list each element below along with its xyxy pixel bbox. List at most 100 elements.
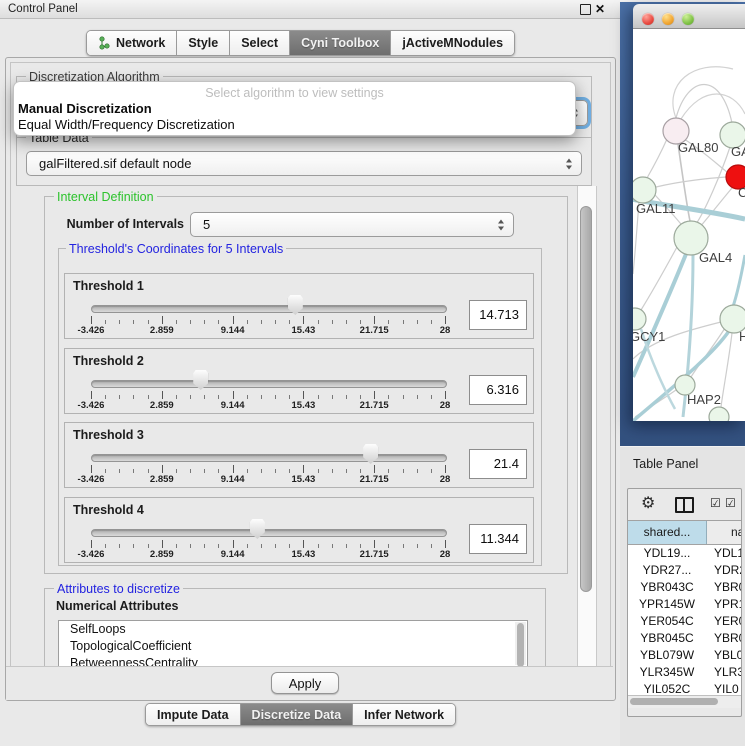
tab-label: Impute Data bbox=[157, 708, 229, 722]
table-rows: YDL19...YDL1YDR27...YDR2YBR043CYBR0YPR14… bbox=[628, 545, 741, 695]
attribute-item-selfloops[interactable]: SelfLoops bbox=[59, 621, 527, 638]
table-row[interactable]: YLR345WYLR3 bbox=[628, 664, 741, 681]
threshold-label: Threshold 3 bbox=[73, 428, 144, 442]
cell-shared-name: YBR043C bbox=[628, 579, 706, 596]
cell-shared-name: YDR27... bbox=[628, 562, 706, 579]
network-window-titlebar[interactable] bbox=[633, 4, 745, 29]
tab-discretize-data[interactable]: Discretize Data bbox=[241, 704, 354, 725]
table-row[interactable]: YBR045CYBR0 bbox=[628, 630, 741, 647]
slider-track[interactable] bbox=[91, 380, 447, 388]
threshold-row-3: Threshold 3 -3.4262.8599.14415.4321.71528… bbox=[64, 422, 534, 488]
dropdown-option-equal-width-frequency-discretization[interactable]: Equal Width/Frequency Discretization bbox=[14, 117, 575, 133]
panel-scrollbar-thumb[interactable] bbox=[580, 206, 592, 592]
table-row[interactable]: YER054CYER0 bbox=[628, 613, 741, 630]
checkbox-checked-icon[interactable]: ☑ bbox=[710, 496, 721, 510]
list-scrollbar-track[interactable] bbox=[515, 622, 526, 665]
checkbox-checked-icon[interactable]: ☑ bbox=[725, 496, 736, 510]
threshold-value-field[interactable]: 21.4 bbox=[469, 449, 527, 479]
slider-ticks bbox=[91, 316, 445, 324]
table-row[interactable]: YBR043CYBR0 bbox=[628, 579, 741, 596]
slider-tick-labels: -3.4262.8599.14415.4321.71528 bbox=[91, 400, 445, 411]
network-node-node-bottom[interactable] bbox=[709, 407, 729, 421]
cell-name: YBL0 bbox=[706, 647, 741, 664]
node-label-ga: GA bbox=[731, 144, 745, 159]
tab-network[interactable]: Network bbox=[87, 31, 177, 55]
attribute-item-topologicalcoefficient[interactable]: TopologicalCoefficient bbox=[59, 638, 527, 655]
cell-name: YLR3 bbox=[706, 664, 741, 681]
control-panel-tabs: Network Style Select Cyni Toolbox jActiveMNo… bbox=[86, 30, 515, 56]
tab-label: jActiveMNodules bbox=[402, 36, 503, 50]
group-title-attributes: Attributes to discretize bbox=[54, 582, 183, 596]
cell-shared-name: YDL19... bbox=[628, 545, 706, 562]
column-header-name[interactable]: na bbox=[707, 521, 741, 544]
tab-label: Style bbox=[188, 36, 218, 50]
slider-tick-labels: -3.4262.8599.14415.4321.71528 bbox=[91, 474, 445, 485]
threshold-value-field[interactable]: 14.713 bbox=[469, 300, 527, 330]
tab-select[interactable]: Select bbox=[230, 31, 290, 55]
panel-scrollbar-track[interactable] bbox=[577, 186, 597, 666]
number-of-intervals-spinner[interactable]: 5 bbox=[190, 212, 514, 237]
numerical-attributes-label: Numerical Attributes bbox=[56, 599, 178, 613]
tab-cyni-toolbox[interactable]: Cyni Toolbox bbox=[290, 31, 391, 55]
dropdown-placeholder: Select algorithm to view settings bbox=[14, 85, 575, 101]
slider-tick-labels: -3.4262.8599.14415.4321.71528 bbox=[91, 549, 445, 560]
tab-style[interactable]: Style bbox=[177, 31, 230, 55]
network-view-window: GAL80GACGAL11GAL4GCY1HHAP2 bbox=[633, 4, 745, 421]
apply-button[interactable]: Apply bbox=[271, 672, 339, 694]
tab-impute-data[interactable]: Impute Data bbox=[146, 704, 241, 725]
slider-track[interactable] bbox=[91, 305, 447, 313]
tab-jactivemnodules[interactable]: jActiveMNodules bbox=[391, 31, 514, 55]
list-scrollbar-thumb[interactable] bbox=[517, 623, 524, 667]
slider-tick-labels: -3.4262.8599.14415.4321.71528 bbox=[91, 325, 445, 336]
algorithm-dropdown-popup: Select algorithm to view settings Manual… bbox=[13, 81, 576, 136]
node-label-gal80: GAL80 bbox=[678, 140, 718, 155]
table-hscrollbar-track[interactable] bbox=[628, 695, 741, 708]
cell-shared-name: YER054C bbox=[628, 613, 706, 630]
table-panel-title: Table Panel bbox=[633, 457, 698, 471]
threshold-row-1: Threshold 1-3.4262.8599.14415.4321.71528… bbox=[64, 273, 534, 339]
node-label-gal4: GAL4 bbox=[699, 250, 732, 265]
slider-ticks bbox=[91, 540, 445, 548]
float-window-icon[interactable] bbox=[580, 4, 591, 15]
slider-ticks bbox=[91, 391, 445, 399]
table-row[interactable]: YBL079WYBL0 bbox=[628, 647, 741, 664]
number-of-intervals-label: Number of Intervals bbox=[58, 213, 184, 236]
network-node-gcy1[interactable] bbox=[633, 308, 646, 330]
slider-track[interactable] bbox=[91, 529, 447, 537]
cell-shared-name: YBR045C bbox=[628, 630, 706, 647]
network-canvas[interactable]: GAL80GACGAL11GAL4GCY1HHAP2 bbox=[633, 29, 745, 421]
threshold-label: Threshold 4 bbox=[73, 503, 144, 517]
slider-ticks bbox=[91, 465, 445, 473]
table-row[interactable]: YPR145WYPR1 bbox=[628, 596, 741, 613]
close-traffic-light-icon[interactable] bbox=[642, 13, 654, 25]
column-header-shared-name[interactable]: shared... bbox=[628, 521, 707, 544]
slider-track[interactable] bbox=[91, 454, 447, 462]
split-view-icon[interactable] bbox=[675, 497, 694, 513]
spinner-arrows-icon bbox=[498, 219, 504, 230]
minimize-traffic-light-icon[interactable] bbox=[662, 13, 674, 25]
cell-name: YDL1 bbox=[706, 545, 741, 562]
network-icon bbox=[98, 36, 111, 50]
cell-name: YBR0 bbox=[706, 630, 741, 647]
gear-icon[interactable]: ⚙ bbox=[641, 493, 655, 515]
tab-label: Select bbox=[241, 36, 278, 50]
tab-label: Discretize Data bbox=[252, 708, 342, 722]
table-data-combobox[interactable]: galFiltered.sif default node bbox=[26, 151, 582, 176]
dropdown-option-manual-discretization[interactable]: Manual Discretization bbox=[14, 101, 575, 117]
threshold-value-field[interactable]: 11.344 bbox=[469, 524, 527, 554]
node-table: ⚙ ☑ ☑ shared...na YDL19...YDL1YDR27...YD… bbox=[627, 488, 742, 717]
cell-shared-name: YBL079W bbox=[628, 647, 706, 664]
table-row[interactable]: YDR27...YDR2 bbox=[628, 562, 741, 579]
cell-name: YPR1 bbox=[706, 596, 741, 613]
numerical-attributes-list[interactable]: SelfLoopsTopologicalCoefficientBetweenne… bbox=[58, 620, 528, 667]
close-icon[interactable]: ✕ bbox=[595, 0, 605, 18]
zoom-traffic-light-icon[interactable] bbox=[682, 13, 694, 25]
number-of-intervals-value: 5 bbox=[191, 217, 210, 232]
table-hscrollbar-thumb[interactable] bbox=[630, 698, 718, 705]
node-label-h: H bbox=[739, 329, 745, 344]
table-header-row: shared...na bbox=[628, 520, 741, 545]
threshold-value-field[interactable]: 6.316 bbox=[469, 375, 527, 405]
network-node-gal11[interactable] bbox=[633, 177, 656, 203]
table-row[interactable]: YDL19...YDL1 bbox=[628, 545, 741, 562]
tab-infer-network[interactable]: Infer Network bbox=[353, 704, 455, 725]
